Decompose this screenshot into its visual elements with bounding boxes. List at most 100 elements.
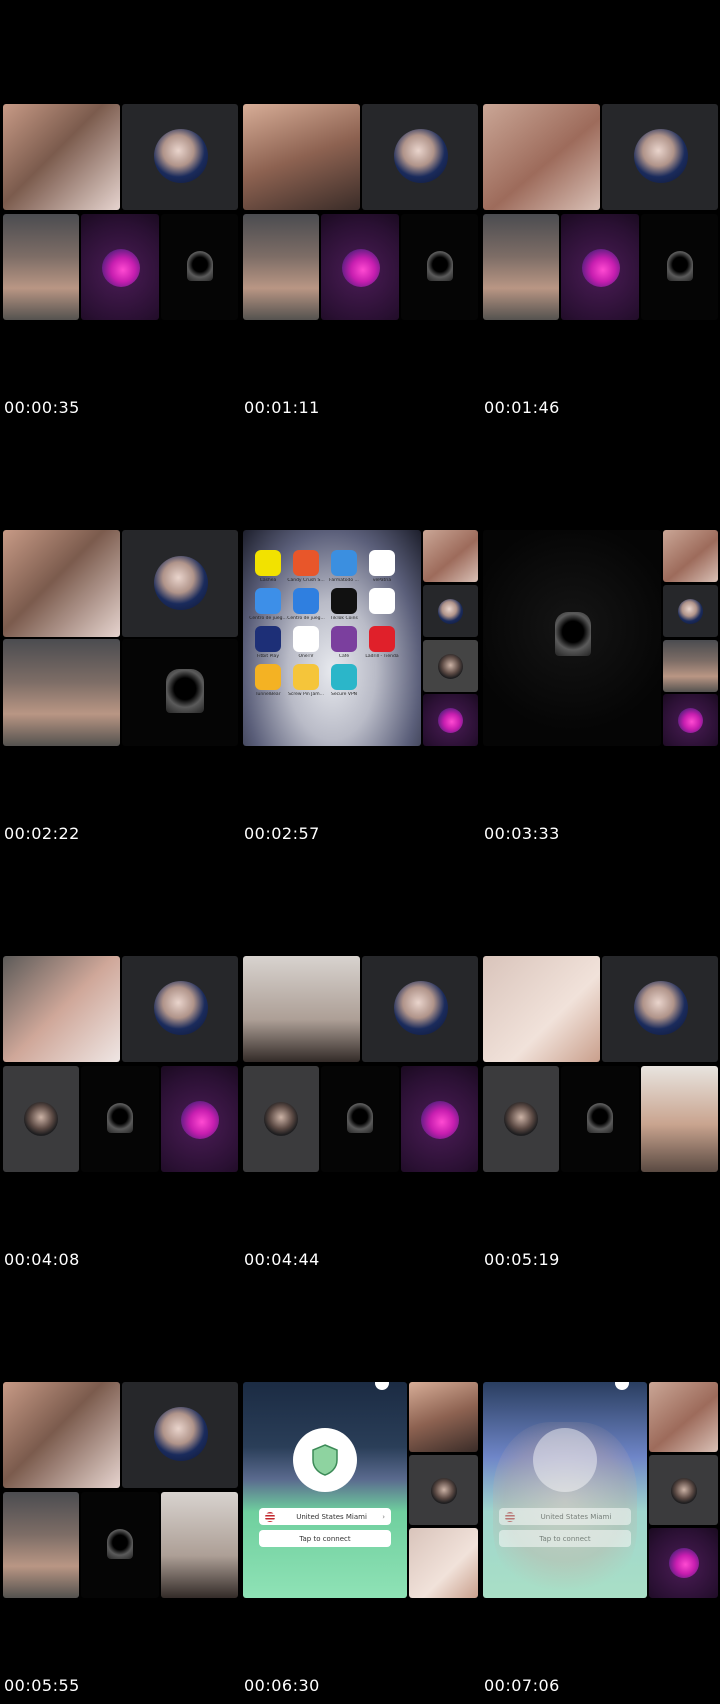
thumbnail-10[interactable] <box>3 1382 238 1598</box>
thumbnail-12[interactable]: United States Miami Tap to connect <box>483 1382 718 1598</box>
app-icon[interactable] <box>255 588 281 614</box>
video-tile-hood <box>561 1066 639 1172</box>
video-tile-hood <box>81 1066 159 1172</box>
app-label: TunnelBear <box>255 692 281 697</box>
side-tile-gray <box>409 1455 478 1525</box>
app-icon[interactable] <box>369 626 395 652</box>
video-tile-avatar <box>362 104 478 210</box>
video-tile-avatar <box>122 956 238 1062</box>
video-tile-avatar <box>602 104 718 210</box>
us-flag-icon <box>265 1511 275 1522</box>
pink-avatar <box>102 249 140 287</box>
location-label: United States Miami <box>540 1512 612 1521</box>
location-selector[interactable]: United States Miami <box>499 1508 631 1525</box>
participant-avatar <box>154 556 208 610</box>
timestamp: 00:05:55 <box>4 1676 80 1695</box>
side-tile-girl <box>663 530 718 582</box>
side-tile-girl <box>409 1382 478 1452</box>
app-icon[interactable] <box>293 550 319 576</box>
timestamp: 00:04:08 <box>4 1250 80 1269</box>
app-icon[interactable] <box>331 588 357 614</box>
timestamp: 00:03:33 <box>484 824 560 843</box>
app-label: Cashea <box>259 578 277 583</box>
hooded-figure-icon <box>427 251 453 281</box>
chevron-right-icon: › <box>382 1512 385 1521</box>
pink-avatar <box>342 249 380 287</box>
connect-button[interactable]: Tap to connect <box>499 1530 631 1547</box>
thumbnail-5[interactable]: Cashea Candy Crush S... Farmatodo ... vePat… <box>243 530 478 746</box>
video-tile-girls <box>3 530 120 637</box>
timestamp: 00:06:30 <box>244 1676 320 1695</box>
connect-label: Tap to connect <box>539 1534 591 1543</box>
thumbnail-7[interactable] <box>3 956 238 1172</box>
pink-avatar <box>438 708 463 733</box>
location-label: United States Miami <box>296 1512 367 1521</box>
side-tile-girl <box>423 530 478 582</box>
app-icon[interactable] <box>331 626 357 652</box>
app-label: Centro de jueg... <box>249 616 287 621</box>
video-tile-hood <box>641 214 718 320</box>
participant-avatar <box>504 1102 538 1136</box>
video-tile-purple <box>161 1066 238 1172</box>
video-tile-purple <box>81 214 159 320</box>
location-selector[interactable]: United States Miami › <box>259 1508 391 1525</box>
app-icon[interactable] <box>255 664 281 690</box>
thumbnail-6[interactable] <box>483 530 718 746</box>
app-icon[interactable] <box>255 550 281 576</box>
participant-avatar <box>154 129 208 183</box>
hooded-figure-icon <box>107 1103 133 1133</box>
side-tile-purple <box>649 1528 718 1598</box>
app-label: Café <box>338 654 350 659</box>
pink-avatar <box>421 1101 459 1139</box>
app-label: vePatria <box>372 578 392 583</box>
pink-avatar <box>181 1101 219 1139</box>
shield-icon <box>312 1444 338 1476</box>
hooded-figure-icon <box>187 251 213 281</box>
video-tile-purple <box>401 1066 478 1172</box>
timestamp: 00:02:57 <box>244 824 320 843</box>
pink-avatar <box>582 249 620 287</box>
participant-avatar <box>24 1102 58 1136</box>
video-tile-blur <box>3 956 120 1062</box>
thumbnail-3[interactable] <box>483 104 718 320</box>
app-icon[interactable] <box>369 588 395 614</box>
moon-icon <box>615 1382 629 1390</box>
participant-avatar <box>438 654 463 679</box>
app-icon[interactable] <box>369 550 395 576</box>
thumbnail-11[interactable]: United States Miami › Tap to connect <box>243 1382 478 1598</box>
side-tile-avatar <box>423 585 478 637</box>
side-tile-purple <box>423 694 478 746</box>
moon-icon <box>375 1382 389 1390</box>
video-tile-room <box>161 1492 238 1598</box>
video-tile-hood <box>81 1492 159 1598</box>
side-tile-gray <box>649 1455 718 1525</box>
app-icon[interactable] <box>293 626 319 652</box>
thumbnail-9[interactable] <box>483 956 718 1172</box>
app-icon[interactable] <box>255 626 281 652</box>
app-icon[interactable] <box>293 588 319 614</box>
thumbnail-2[interactable] <box>243 104 478 320</box>
timestamp: 00:02:22 <box>4 824 80 843</box>
app-label: OneTV <box>298 654 314 659</box>
video-tile-man <box>243 214 319 320</box>
app-icon[interactable] <box>331 550 357 576</box>
thumbnail-8[interactable] <box>243 956 478 1172</box>
vpn-app-screen: United States Miami › Tap to connect <box>243 1382 407 1598</box>
video-tile-man <box>3 1492 79 1598</box>
side-tile-avatar <box>663 585 718 637</box>
app-icon[interactable] <box>293 664 319 690</box>
hooded-figure-icon <box>107 1529 133 1559</box>
app-icon[interactable] <box>331 664 357 690</box>
participant-avatar <box>671 1478 697 1504</box>
thumbnail-4[interactable] <box>3 530 238 746</box>
pink-avatar <box>669 1548 699 1578</box>
connect-button[interactable]: Tap to connect <box>259 1530 391 1547</box>
participant-avatar <box>438 599 463 624</box>
app-label: Secure VPN <box>330 692 358 697</box>
participant-avatar <box>431 1478 457 1504</box>
hooded-figure-icon <box>667 251 693 281</box>
side-tile-man <box>663 640 718 692</box>
thumbnail-1[interactable] <box>3 104 238 320</box>
video-tile-gray <box>243 1066 319 1172</box>
video-tile-girl <box>483 104 600 210</box>
